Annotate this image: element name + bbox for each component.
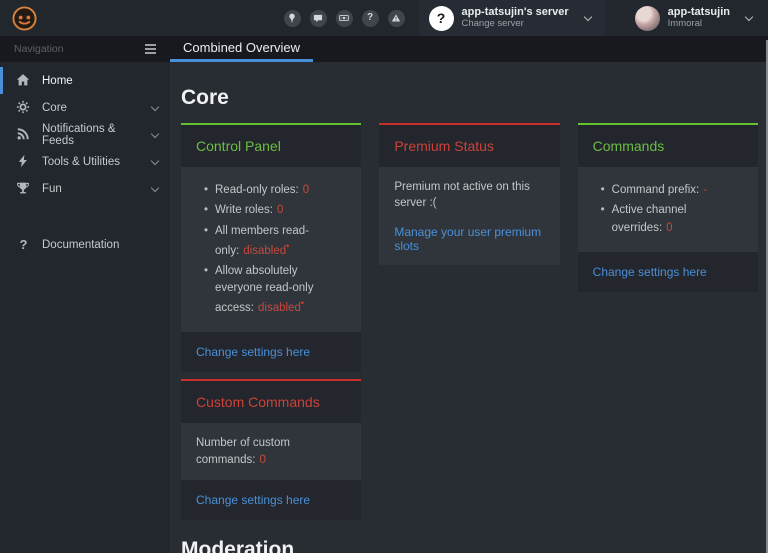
body-row: Home Core	[0, 62, 768, 553]
change-settings-link[interactable]: Change settings here	[196, 345, 310, 359]
user-role: Immoral	[668, 19, 730, 30]
user-menu[interactable]: app-tatsujin Immoral	[623, 0, 768, 36]
sidebar-header: Navigation	[0, 36, 170, 62]
user-menu-text: app-tatsujin Immoral	[668, 6, 730, 30]
card-title: Premium Status	[394, 138, 544, 154]
sidebar: Home Core	[0, 62, 170, 553]
card-commands: Commands Command prefix:- Active channel…	[578, 123, 758, 292]
status-label: Write roles:	[215, 204, 273, 216]
section-core: Core Control Panel Read-only roles:0 Wri	[181, 86, 758, 520]
status-label: Active channel overrides:	[612, 204, 687, 233]
bot-logo-icon[interactable]	[12, 6, 37, 31]
card-control-panel: Control Panel Read-only roles: 0 Write ro…	[181, 123, 361, 372]
status-list: Read-only roles: 0 Write roles: 0 All memb…	[196, 182, 346, 317]
section-moderation: Moderation Moderation Report command:dis…	[181, 538, 758, 553]
change-server-label: Change server	[462, 19, 569, 30]
section-title: Moderation	[181, 538, 758, 553]
sidebar-item-label: Fun	[42, 183, 144, 195]
change-settings-link[interactable]: Change settings here	[196, 493, 310, 507]
sidebar-item-label: Core	[42, 102, 144, 114]
lightbulb-icon[interactable]	[284, 10, 301, 27]
chevron-down-icon	[583, 12, 591, 20]
status-item: All members read-only:disabled•	[204, 223, 346, 260]
tab-combined-overview[interactable]: Combined Overview	[170, 36, 313, 62]
sidebar-item-tools-utilities[interactable]: Tools & Utilities	[0, 148, 170, 175]
chevron-down-icon	[151, 183, 159, 191]
top-header-bar: ? ? app-tatsujin's server Change server …	[0, 0, 768, 36]
status-label: Read-only roles:	[215, 184, 299, 196]
chevron-down-icon	[745, 12, 753, 20]
gears-icon	[16, 100, 31, 115]
card-title: Control Panel	[196, 138, 346, 154]
status-value: -	[703, 184, 707, 196]
sidebar-item-label: Notifications & Feeds	[42, 123, 144, 147]
status-value: disabled	[243, 245, 286, 257]
main-content: Core Control Panel Read-only roles:0 Wri	[170, 62, 768, 553]
status-item: Allow absolutely everyone read-only acce…	[204, 263, 346, 318]
sidebar-item-fun[interactable]: Fun	[0, 175, 170, 202]
chevron-down-icon	[151, 129, 159, 137]
change-settings-link[interactable]: Change settings here	[593, 265, 707, 279]
sidebar-item-label: Home	[42, 75, 158, 87]
help-icon-glyph: ?	[367, 13, 373, 23]
tab-bar: Combined Overview	[170, 36, 768, 62]
status-label: Command prefix:	[612, 184, 700, 196]
status-dot: •	[286, 241, 289, 251]
home-icon	[16, 73, 31, 88]
sidebar-item-notifications-feeds[interactable]: Notifications & Feeds	[0, 121, 170, 148]
navigation-label: Navigation	[14, 43, 64, 55]
billing-icon[interactable]	[336, 10, 353, 27]
alert-icon[interactable]	[388, 10, 405, 27]
rss-icon	[16, 127, 31, 142]
app-window: ? ? app-tatsujin's server Change server …	[0, 0, 768, 553]
status-value: 0	[303, 184, 309, 196]
sidebar-item-label: Documentation	[42, 239, 158, 251]
sidebar-item-label: Tools & Utilities	[42, 156, 144, 168]
card-premium-status: Premium Status Premium not active on thi…	[379, 123, 559, 265]
header-icon-buttons: ?	[284, 10, 419, 27]
chevron-down-icon	[151, 102, 159, 110]
status-item: Write roles: 0	[204, 202, 346, 219]
card-title: Commands	[593, 138, 743, 154]
chevron-down-icon	[151, 156, 159, 164]
manage-premium-link[interactable]: Manage your user premium slots	[394, 225, 544, 253]
status-value: 0	[277, 204, 283, 216]
custom-commands-count: Number of custom commands:0	[196, 435, 346, 467]
status-list: Command prefix:- Active channel override…	[593, 182, 743, 237]
secondary-bar: Navigation Combined Overview	[0, 36, 768, 62]
card-custom-commands: Custom Commands Number of custom command…	[181, 379, 361, 519]
status-value: 0	[666, 222, 672, 234]
server-avatar: ?	[429, 6, 454, 31]
status-item: Active channel overrides:0	[601, 202, 743, 237]
status-item: Command prefix:-	[601, 182, 743, 199]
help-icon[interactable]: ?	[362, 10, 379, 27]
premium-status-text: Premium not active on this server :(	[394, 179, 544, 211]
status-value: disabled	[258, 302, 301, 314]
username: app-tatsujin	[668, 6, 730, 19]
user-avatar	[635, 6, 660, 31]
server-name: app-tatsujin's server	[462, 6, 569, 19]
hamburger-menu-icon[interactable]	[145, 44, 156, 54]
bolt-icon	[16, 154, 31, 169]
section-title: Core	[181, 86, 758, 110]
question-icon: ?	[16, 237, 31, 252]
sidebar-item-documentation[interactable]: ? Documentation	[0, 231, 170, 258]
sidebar-item-core[interactable]: Core	[0, 94, 170, 121]
chat-icon[interactable]	[310, 10, 327, 27]
sidebar-item-home[interactable]: Home	[0, 67, 170, 94]
trophy-icon	[16, 181, 31, 196]
status-dot: •	[301, 298, 304, 308]
card-title: Custom Commands	[196, 394, 346, 410]
status-value: 0	[259, 454, 265, 466]
status-item: Read-only roles: 0	[204, 182, 346, 199]
server-selector-text: app-tatsujin's server Change server	[462, 6, 569, 30]
server-selector[interactable]: ? app-tatsujin's server Change server	[419, 0, 605, 36]
